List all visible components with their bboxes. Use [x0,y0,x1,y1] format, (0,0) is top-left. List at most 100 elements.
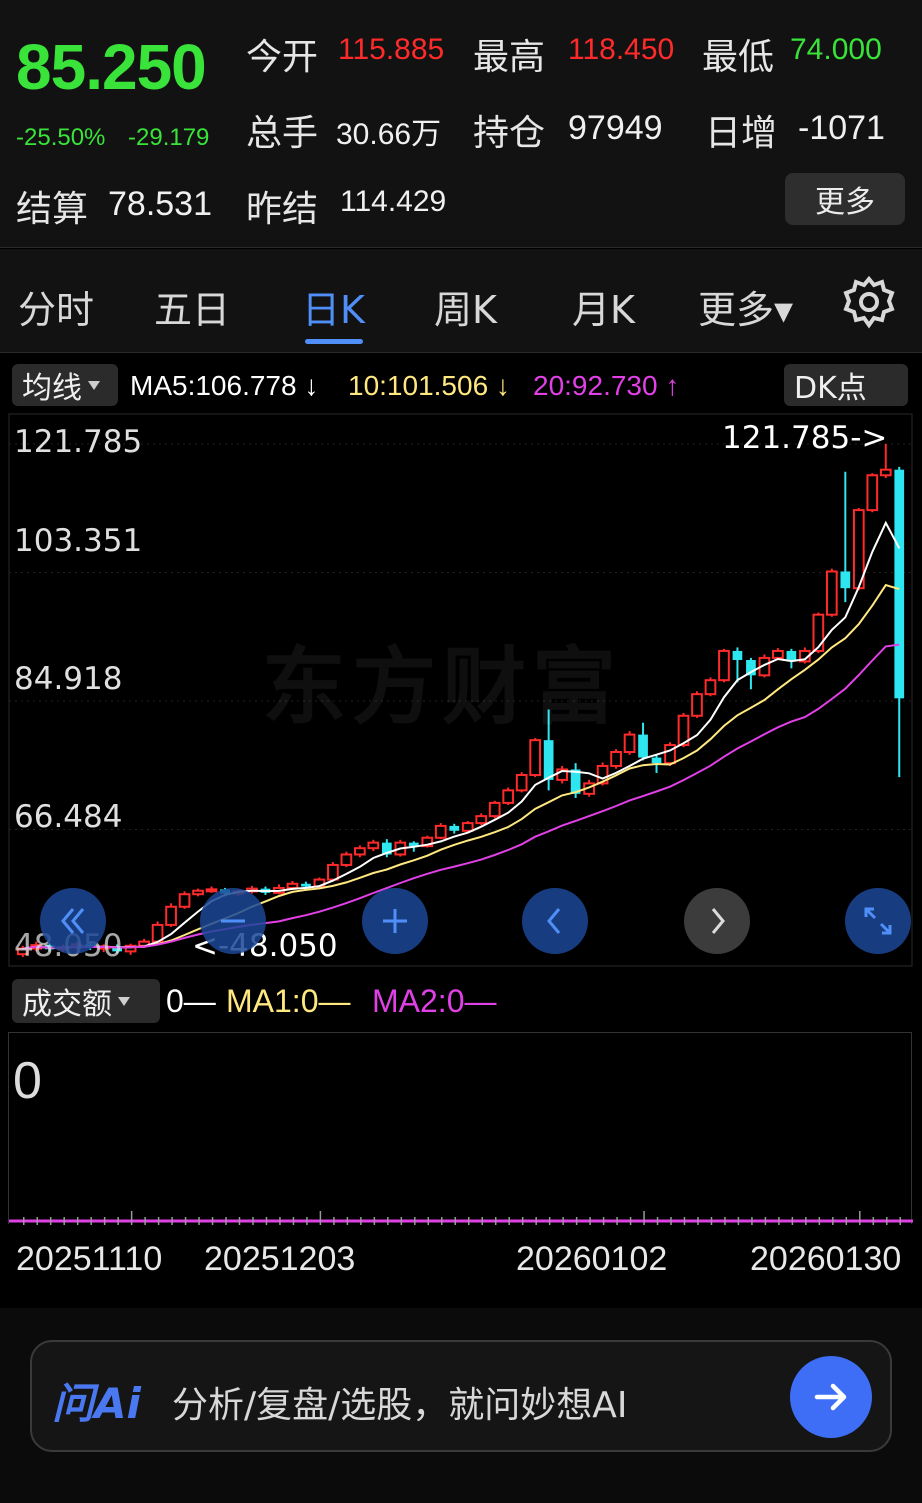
volume-ma2: MA2:0— [372,983,497,1019]
tab-intraday[interactable]: 分时 [18,279,94,334]
volume-plot [9,1211,913,1225]
candle-up [165,905,177,926]
candle-down [840,571,851,589]
high-label: 最高 [473,37,546,78]
low-label: 最低 [702,37,775,78]
tab-monthly-k[interactable]: 月K [572,279,635,334]
chevron-left-icon [547,908,561,934]
indicator-selector[interactable]: 均线 [12,364,118,406]
prev-button[interactable] [522,888,588,954]
candle-down [638,734,648,758]
candle-up [286,882,299,889]
change-percent: -25.50% [16,124,106,151]
candle-up [529,739,542,777]
ma20-value: 20:92.730 ↑ [533,370,680,401]
candle-up [772,649,784,659]
candle-down [449,825,460,831]
double-left-icon [61,908,85,934]
candle-up [812,613,825,652]
candle-up [327,863,339,881]
daily-change-value: -1071 [798,109,885,147]
open-interest-label: 持仓 [473,113,546,154]
dropdown-arrow-icon [88,380,100,390]
ma10-value: 10:101.506 ↓ [348,370,510,401]
gear-icon[interactable] [842,275,896,329]
candle-up [610,751,622,767]
tab-five-day[interactable]: 五日 [154,279,230,334]
ma-legend-row: 均线 MA5:106.778 ↓ 10:101.506 ↓ 20:92.730 … [0,360,922,410]
watermark: 东方财富 [262,638,623,736]
kline-chart[interactable]: 东方财富 121.785 103.351 84.918 66.484 48.05… [0,410,922,970]
candle-up [704,679,717,696]
ai-assistant-area: 问Ai 分析/复盘/选股，就问妙想AI [0,1308,922,1503]
open-value: 115.885 [338,33,445,66]
more-quote-button[interactable]: 更多 [785,173,905,225]
ai-input-placeholder[interactable]: 分析/复盘/选股，就问妙想AI [172,1376,628,1428]
last-price: 85.250 [16,31,207,103]
candle-up [475,815,488,825]
candle-up [367,841,380,850]
volume-value: 30.66万 [336,118,442,151]
candle-up [205,888,218,893]
high-value: 118.450 [568,33,675,66]
ma5-value: MA5:106.778 ↓ [130,370,319,401]
tab-daily-k[interactable]: 日K [302,279,365,334]
candle-up [178,893,191,908]
candle-up [879,468,892,477]
fullscreen-button[interactable] [845,888,911,954]
date-label: 20251110 [16,1240,163,1278]
high-annotation: 121.785-> [722,420,888,456]
candle-down [894,469,905,699]
zoom-out-button[interactable] [200,888,266,954]
candle-down [651,757,662,764]
rewind-button[interactable] [40,888,106,954]
volume-legend-row: 成交额 0— MA1:0— MA2:0— [0,975,922,1027]
minus-icon [221,919,245,923]
candle-down [732,650,743,660]
settle-label: 结算 [16,189,89,230]
candle-up [866,474,879,512]
ai-input-bar[interactable]: 问Ai 分析/复盘/选股，就问妙想AI [30,1340,892,1452]
open-label: 今开 [246,37,319,78]
candle-up [461,822,474,832]
expand-icon [864,907,892,935]
low-value: 74.000 [790,33,882,66]
y-tick-label: 103.351 [14,523,143,559]
candle-up [623,733,636,754]
indicator-selector-label: 均线 [22,371,82,406]
candle-down [543,740,554,780]
ai-send-button[interactable] [790,1356,872,1438]
dk-point-label: DK点 [794,371,867,406]
candle-up [515,774,528,792]
y-tick-label: 84.918 [14,661,123,697]
tab-more[interactable]: 更多▾ [698,279,793,334]
prev-settle-label: 昨结 [246,189,319,230]
candle-up [825,570,838,616]
chevron-right-icon [711,908,725,934]
zoom-in-button[interactable] [362,888,428,954]
daily-change-label: 日增 [705,113,778,154]
plus-icon [383,909,407,933]
dk-point-button[interactable]: DK点 [784,364,908,406]
volume-ma1: MA1:0— [226,983,351,1019]
volume-panel: 0 [8,1032,913,1225]
period-tabs: 分时 五日 日K 周K 月K 更多▾ [0,249,922,353]
candle-down [301,883,311,887]
y-tick-label: 121.785 [14,424,143,460]
ai-logo: 问Ai [52,1379,141,1428]
y-tick-label: 66.484 [14,799,123,835]
volume-label: 总手 [246,113,319,154]
settle-value: 78.531 [108,185,212,223]
candle-up [718,649,730,682]
candle-up [502,789,515,804]
date-label: 20260130 [750,1240,902,1278]
volume-selector-label: 成交额 [22,987,112,1022]
arrow-right-icon [814,1383,847,1411]
dropdown-arrow-icon [118,996,130,1006]
volume-indicator-selector[interactable]: 成交额 [12,979,160,1023]
tab-weekly-k[interactable]: 周K [434,279,497,334]
candle-up [691,693,703,717]
next-button[interactable] [684,888,750,954]
date-label: 20260102 [516,1240,668,1278]
candle-up [488,801,501,818]
